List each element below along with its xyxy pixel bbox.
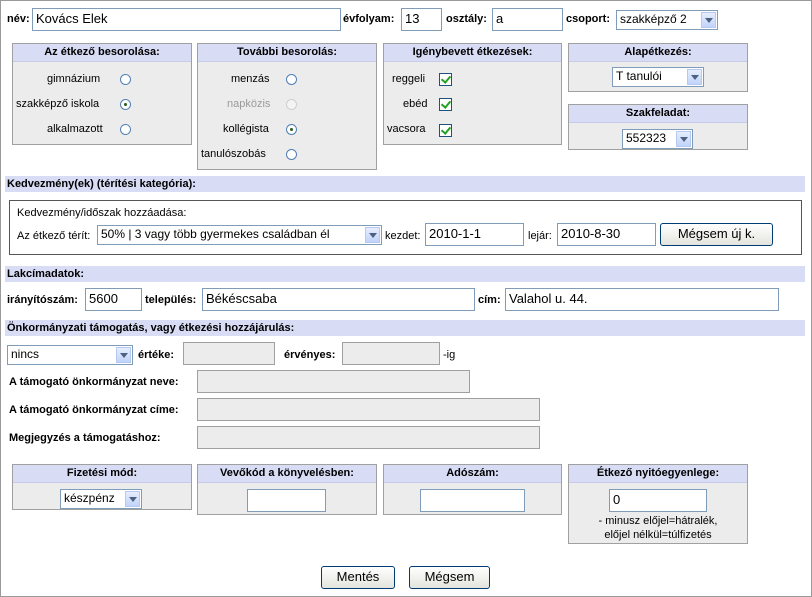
- address-bar: Lakcímadatok:: [5, 266, 805, 282]
- group-label: csoport:: [566, 13, 610, 25]
- class-option-label: gimnázium: [47, 73, 101, 85]
- further-option-label: menzás: [231, 73, 270, 85]
- discount-start-input[interactable]: 2010-1-1: [425, 223, 524, 246]
- class-option-radio-gimnazium[interactable]: [120, 74, 131, 85]
- support-note-label: Megjegyzés a támogatáshoz:: [9, 432, 161, 444]
- further-radio-tanuloszobas[interactable]: [286, 149, 297, 160]
- further-option-label: napközis: [227, 98, 271, 110]
- support-value-input: [183, 342, 275, 365]
- zip-input[interactable]: 5600: [85, 288, 142, 311]
- tax-title: Adószám:: [384, 465, 561, 483]
- city-input[interactable]: Békéscsaba: [202, 288, 475, 311]
- payment-value: készpénz: [64, 491, 115, 505]
- balance-input[interactable]: 0: [609, 489, 707, 512]
- task-value: 552323: [626, 131, 667, 145]
- discount-pays-label: Az étkező térít:: [17, 230, 91, 242]
- support-type-value: nincs: [11, 347, 40, 361]
- zip-label: irányítószám:: [7, 294, 78, 306]
- meal-label: ebéd: [403, 98, 428, 110]
- balance-title: Étkező nyitóegyenlege:: [569, 465, 747, 483]
- discount-start-label: kezdet:: [385, 230, 421, 242]
- chevron-down-icon: [687, 69, 702, 85]
- name-input[interactable]: Kovács Elek: [32, 8, 341, 31]
- chevron-down-icon: [116, 347, 131, 363]
- street-label: cím:: [478, 294, 501, 306]
- further-radio-menzas[interactable]: [286, 74, 297, 85]
- classification-title: Az étkező besorolása:: [13, 44, 191, 62]
- support-name-input: [197, 370, 470, 393]
- support-addr-label: A támogató önkormányzat címe:: [9, 404, 179, 416]
- group-select-value: szakképző 2: [620, 12, 687, 26]
- support-valid-suffix: -ig: [443, 349, 456, 361]
- discount-category-value: 50% | 3 vagy több gyermekes családban él: [101, 227, 330, 241]
- discount-category-select[interactable]: 50% | 3 vagy több gyermekes családban él: [97, 225, 382, 245]
- further-title: További besorolás:: [198, 44, 376, 62]
- support-value-label: értéke:: [138, 349, 175, 361]
- task-title: Szakfeladat:: [569, 105, 747, 123]
- discount-end-label: lejár:: [528, 230, 552, 242]
- class-option-radio-szakkepzo[interactable]: [120, 99, 131, 110]
- street-input[interactable]: Valahol u. 44.: [505, 288, 779, 311]
- class-input[interactable]: a: [492, 8, 563, 31]
- group-select[interactable]: szakképző 2: [616, 10, 718, 30]
- name-label: név:: [7, 13, 30, 25]
- payment-title: Fizetési mód:: [13, 465, 191, 483]
- support-bar: Önkormányzati támogatás, vagy étkezési h…: [5, 320, 805, 336]
- task-select[interactable]: 552323: [622, 129, 693, 149]
- meal-label: reggeli: [392, 73, 426, 85]
- class-option-radio-alkalmazott[interactable]: [120, 124, 131, 135]
- class-label: osztály:: [446, 13, 487, 25]
- class-option-label: alkalmazott: [47, 123, 103, 135]
- chevron-down-icon: [365, 227, 380, 243]
- support-note-input: [197, 426, 540, 449]
- city-label: település:: [145, 294, 197, 306]
- payment-select[interactable]: készpénz: [60, 489, 142, 509]
- tax-number-input[interactable]: [420, 489, 525, 512]
- support-name-label: A támogató önkormányzat neve:: [9, 376, 179, 388]
- support-addr-input: [197, 398, 540, 421]
- discount-end-input[interactable]: 2010-8-30: [557, 223, 656, 246]
- balance-note-1: - minusz előjel=hátralék,: [598, 515, 718, 527]
- meals-title: Igénybevett étkezések:: [384, 44, 561, 62]
- discount-bar: Kedvezmény(ek) (térítési kategória):: [5, 176, 805, 192]
- cancel-new-discount-button[interactable]: Mégsem új k.: [660, 223, 773, 246]
- chevron-down-icon: [701, 12, 716, 28]
- further-option-label: tanulószobás: [201, 148, 266, 160]
- year-label: évfolyam:: [343, 13, 395, 25]
- base-meal-value: T tanulói: [616, 69, 662, 83]
- discount-add-title: Kedvezmény/időszak hozzáadása:: [17, 207, 187, 219]
- buyer-code-input[interactable]: [247, 489, 326, 512]
- year-input[interactable]: 13: [401, 8, 442, 31]
- meal-label: vacsora: [387, 123, 426, 135]
- base-meal-select[interactable]: T tanulói: [612, 67, 704, 87]
- class-option-label: szakképző iskola: [16, 98, 100, 110]
- base-meal-title: Alapétkezés:: [569, 44, 747, 62]
- support-type-select[interactable]: nincs: [7, 345, 133, 365]
- support-valid-label: érvényes:: [284, 349, 336, 361]
- support-valid-input: [342, 342, 440, 365]
- meal-checkbox-vacsora[interactable]: [439, 124, 452, 137]
- further-option-label: kollégista: [223, 123, 269, 135]
- buyer-title: Vevőkód a könyvelésben:: [198, 465, 376, 483]
- cancel-button[interactable]: Mégsem: [409, 566, 490, 589]
- balance-note-2: előjel nélkül=túlfizetés: [604, 529, 712, 541]
- further-radio-napkozis: [286, 99, 297, 110]
- chevron-down-icon: [125, 491, 140, 507]
- meal-checkbox-reggeli[interactable]: [439, 73, 452, 86]
- save-button[interactable]: Mentés: [321, 566, 395, 589]
- meal-checkbox-ebed[interactable]: [439, 98, 452, 111]
- further-radio-kollegista[interactable]: [286, 124, 297, 135]
- chevron-down-icon: [676, 131, 691, 147]
